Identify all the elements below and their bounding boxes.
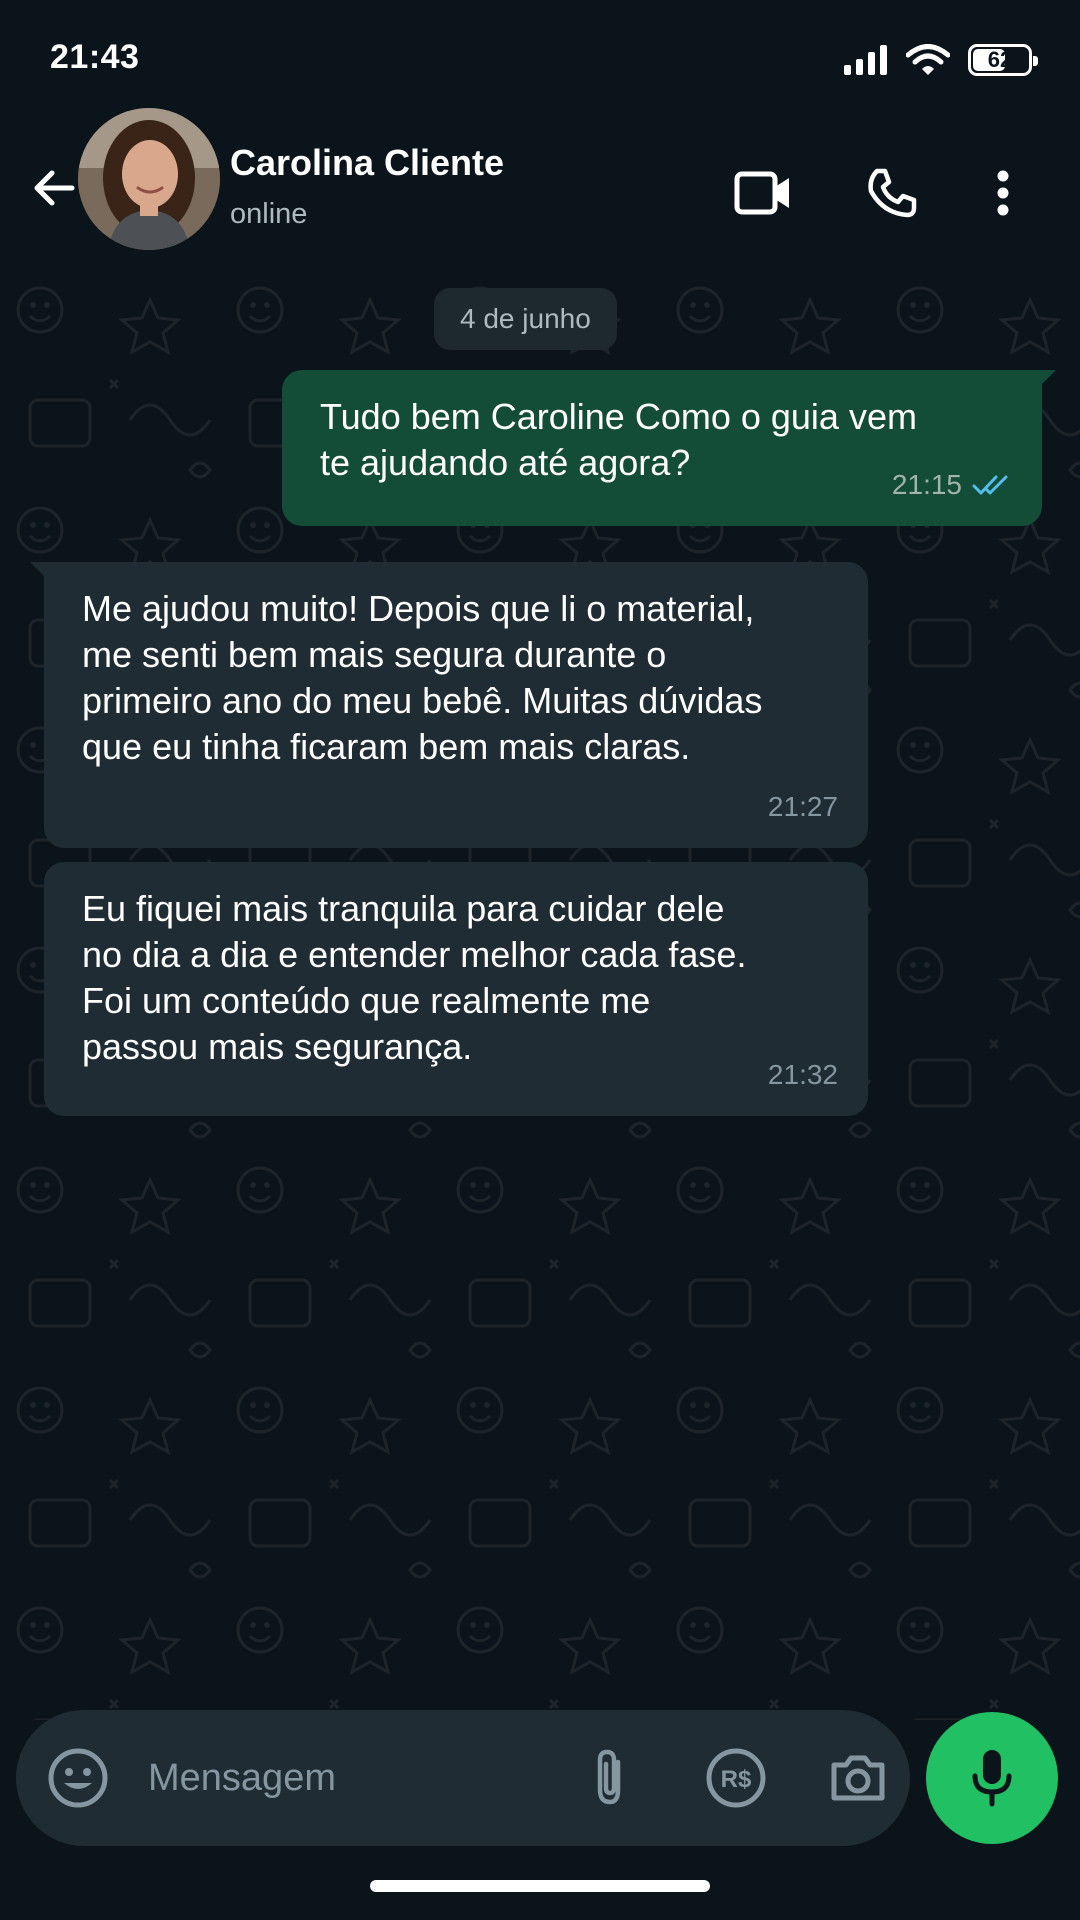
- phone-call-icon: [868, 168, 917, 218]
- emoji-button[interactable]: [38, 1738, 118, 1818]
- wifi-icon: [906, 44, 950, 75]
- contact-status: online: [230, 198, 308, 230]
- signal-icon: [844, 45, 887, 75]
- back-arrow-icon: [34, 170, 75, 206]
- chat-header: Carolina Cliente online: [0, 100, 1080, 270]
- phone-call-button[interactable]: [856, 158, 926, 228]
- message-time: 21:27: [767, 791, 838, 822]
- attachment-icon: [597, 1749, 621, 1805]
- message-meta: 21:27: [768, 784, 838, 830]
- more-options-icon: [997, 170, 1009, 216]
- payment-label: R$: [721, 1766, 752, 1793]
- contact-name[interactable]: Carolina Cliente: [230, 142, 504, 184]
- message-time: 21:32: [767, 1059, 838, 1090]
- message-bubble-incoming[interactable]: Me ajudou muito! Depois que li o materia…: [30, 562, 868, 848]
- message-time: 21:15: [891, 469, 962, 500]
- contact-photo: [78, 108, 220, 250]
- message-input[interactable]: [148, 1744, 568, 1812]
- chat-area[interactable]: 4 de junho Tudo bem Caroline Como o guia…: [0, 270, 1080, 1720]
- battery-level: 62: [987, 47, 1013, 72]
- bubble-tail: [1034, 370, 1056, 392]
- status-icons: 62: [844, 44, 1038, 76]
- camera-button[interactable]: [818, 1738, 898, 1818]
- camera-icon: [831, 1755, 885, 1801]
- message-composer: R$: [16, 1710, 910, 1846]
- message-text: Me ajudou muito! Depois que li o materia…: [82, 588, 763, 767]
- battery-tip: [1033, 56, 1038, 66]
- payment-button[interactable]: R$: [696, 1738, 776, 1818]
- home-indicator[interactable]: [370, 1880, 710, 1892]
- battery-icon: 62: [968, 44, 1038, 76]
- read-receipt-icon: [972, 475, 1008, 495]
- video-call-icon: [734, 171, 789, 215]
- message-meta: 21:32: [768, 1052, 838, 1098]
- status-time: 21:43: [50, 38, 140, 76]
- date-chip: 4 de junho: [434, 288, 617, 350]
- emoji-icon: [48, 1748, 108, 1808]
- message-text: Eu fiquei mais tranquila para cuidar del…: [82, 888, 747, 1067]
- bubble-tail: [30, 562, 52, 584]
- status-bar: 21:43 62: [0, 0, 1080, 110]
- message-meta: 21:15: [892, 462, 1012, 508]
- attachment-button[interactable]: [570, 1738, 650, 1818]
- microphone-icon: [972, 1750, 1012, 1807]
- message-bubble-outgoing[interactable]: Tudo bem Caroline Como o guia vem te aju…: [282, 370, 1056, 526]
- more-options-button[interactable]: [968, 158, 1038, 228]
- avatar[interactable]: [78, 108, 220, 250]
- back-button[interactable]: [24, 158, 84, 218]
- voice-message-button[interactable]: [926, 1712, 1058, 1844]
- payment-icon: R$: [706, 1748, 766, 1808]
- message-bubble-incoming[interactable]: Eu fiquei mais tranquila para cuidar del…: [44, 862, 868, 1116]
- chat-screen: 21:43 62 Carolina Cliente online 4 de ju…: [0, 0, 1080, 1920]
- video-call-button[interactable]: [728, 158, 798, 228]
